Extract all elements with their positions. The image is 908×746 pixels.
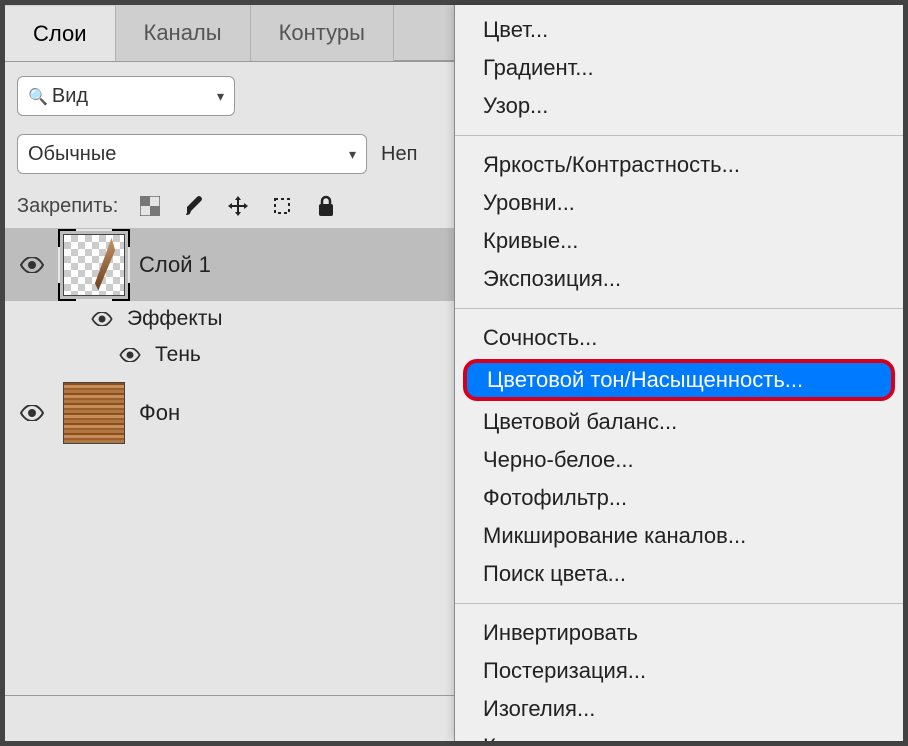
layer-thumbnail[interactable] (63, 234, 125, 296)
opacity-label: Неп (381, 143, 417, 166)
lock-all-icon[interactable] (314, 194, 338, 218)
menu-item-channel-mixer[interactable]: Микширование каналов... (455, 517, 903, 555)
lock-artboard-icon[interactable] (270, 194, 294, 218)
menu-item-exposure[interactable]: Экспозиция... (455, 260, 903, 298)
visibility-toggle[interactable] (15, 405, 49, 421)
menu-item-color-lookup[interactable]: Поиск цвета... (455, 555, 903, 593)
search-icon (28, 85, 52, 108)
menu-item-vibrance[interactable]: Сочность... (455, 319, 903, 357)
menu-item-posterize[interactable]: Постеризация... (455, 652, 903, 690)
menu-item-black-white[interactable]: Черно-белое... (455, 441, 903, 479)
chevron-down-icon: ▾ (217, 88, 224, 105)
layer-name[interactable]: Фон (139, 400, 180, 426)
chevron-down-icon: ▾ (349, 146, 356, 163)
tab-channels[interactable]: Каналы (116, 5, 251, 61)
menu-item-invert[interactable]: Инвертировать (455, 614, 903, 652)
menu-item-curves[interactable]: Кривые... (455, 222, 903, 260)
effects-label: Эффекты (127, 307, 222, 331)
lock-position-icon[interactable] (226, 194, 250, 218)
layer-kind-label: Вид (52, 85, 217, 108)
lock-label: Закрепить: (17, 195, 118, 218)
menu-item-solid-color[interactable]: Цвет... (455, 11, 903, 49)
menu-item-brightness-contrast[interactable]: Яркость/Контрастность... (455, 146, 903, 184)
visibility-toggle[interactable] (89, 312, 115, 326)
lock-paint-icon[interactable] (182, 194, 206, 218)
menu-separator (455, 135, 903, 136)
visibility-toggle[interactable] (117, 348, 143, 362)
shadow-label: Тень (155, 343, 201, 367)
layer-kind-select[interactable]: Вид ▾ (17, 76, 235, 116)
layer-thumbnail[interactable] (63, 382, 125, 444)
menu-item-levels[interactable]: Уровни... (455, 184, 903, 222)
blend-mode-label: Обычные (28, 143, 116, 166)
menu-separator (455, 603, 903, 604)
menu-item-gradient-map[interactable]: Карта градиента... (455, 728, 903, 741)
lock-transparency-icon[interactable] (138, 194, 162, 218)
menu-item-color-balance[interactable]: Цветовой баланс... (455, 403, 903, 441)
layer-name[interactable]: Слой 1 (139, 252, 211, 278)
menu-item-pattern[interactable]: Узор... (455, 87, 903, 125)
menu-separator (455, 308, 903, 309)
visibility-toggle[interactable] (15, 257, 49, 273)
menu-item-threshold[interactable]: Изогелия... (455, 690, 903, 728)
adjustment-context-menu: Цвет... Градиент... Узор... Яркость/Конт… (454, 5, 903, 741)
blend-mode-select[interactable]: Обычные ▾ (17, 134, 367, 174)
menu-item-photo-filter[interactable]: Фотофильтр... (455, 479, 903, 517)
tab-layers[interactable]: Слои (5, 5, 116, 61)
menu-item-gradient[interactable]: Градиент... (455, 49, 903, 87)
menu-item-hue-saturation[interactable]: Цветовой тон/Насыщенность... (463, 359, 895, 401)
tab-paths[interactable]: Контуры (251, 5, 394, 61)
